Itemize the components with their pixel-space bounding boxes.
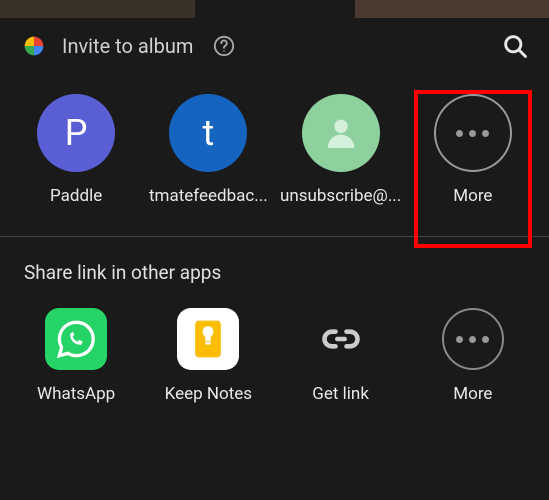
contact-tmatefeedback[interactable]: t tmatefeedbac... [143, 94, 273, 206]
photo-thumbnail[interactable] [0, 0, 195, 18]
app-label: WhatsApp [37, 384, 115, 404]
contact-label: Paddle [50, 186, 102, 206]
contact-paddle[interactable]: P Paddle [11, 94, 141, 206]
apps-row: WhatsApp Keep Notes Get link More [0, 294, 549, 424]
photo-thumbnail[interactable] [355, 0, 549, 18]
contact-more[interactable]: More [408, 94, 538, 206]
app-whatsapp[interactable]: WhatsApp [11, 308, 141, 404]
contact-unsubscribe[interactable]: unsubscribe@... [276, 94, 406, 206]
header-title: Invite to album [62, 34, 193, 58]
search-icon[interactable] [501, 32, 529, 60]
contact-label: tmatefeedbac... [149, 186, 268, 206]
avatar [302, 94, 380, 172]
contacts-row: P Paddle t tmatefeedbac... unsubscribe@.… [0, 74, 549, 236]
contact-label: unsubscribe@... [280, 186, 401, 206]
app-label: Keep Notes [165, 384, 252, 404]
keep-notes-icon [177, 308, 239, 370]
link-icon [310, 308, 372, 370]
person-icon [321, 113, 361, 153]
avatar: P [37, 94, 115, 172]
google-photos-icon [20, 32, 48, 60]
more-icon [442, 308, 504, 370]
more-dots-icon [456, 336, 489, 343]
app-keep-notes[interactable]: Keep Notes [143, 308, 273, 404]
app-label: More [453, 384, 492, 404]
avatar: t [169, 94, 247, 172]
share-header: Invite to album [0, 18, 549, 74]
app-label: Get link [312, 384, 369, 404]
app-get-link[interactable]: Get link [276, 308, 406, 404]
thumbnail-strip [0, 0, 549, 18]
app-more[interactable]: More [408, 308, 538, 404]
contact-label: More [453, 186, 492, 206]
help-icon[interactable] [213, 35, 235, 57]
whatsapp-icon [45, 308, 107, 370]
share-section-title: Share link in other apps [0, 237, 549, 294]
more-avatar [434, 94, 512, 172]
more-dots-icon [456, 130, 489, 137]
